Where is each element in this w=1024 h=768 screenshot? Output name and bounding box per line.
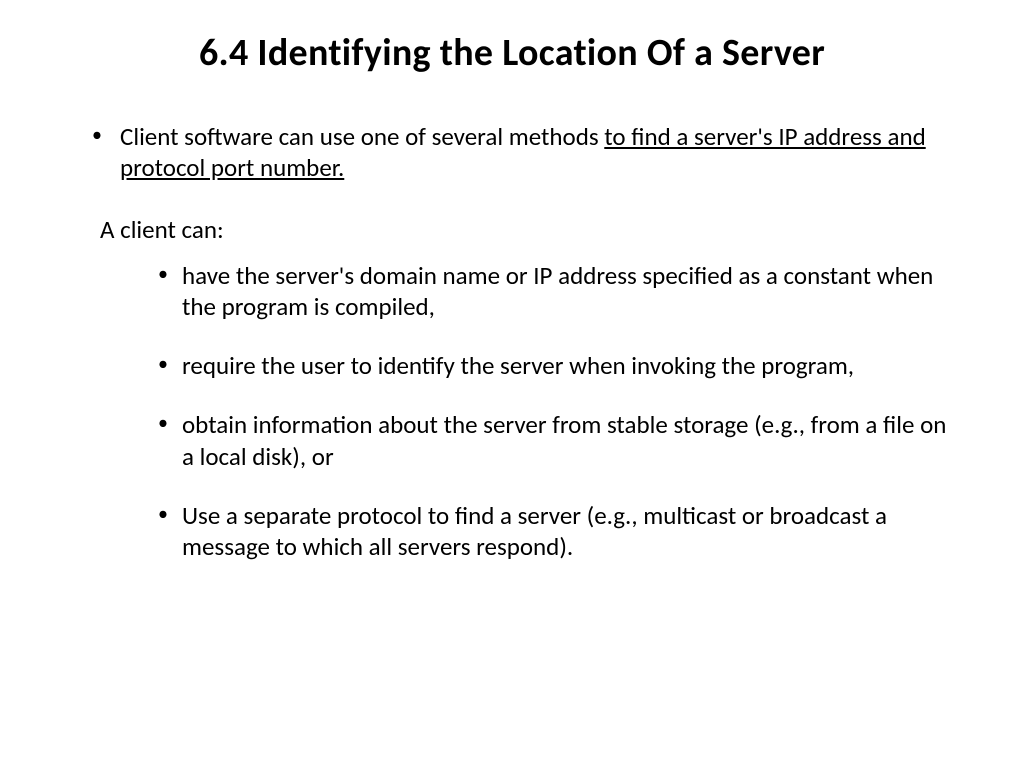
intro-bullet: Client software can use one of several m… <box>100 121 964 184</box>
list-item: require the user to identify the server … <box>158 350 964 381</box>
subheading-text: A client can: <box>60 214 964 245</box>
list-item: Use a separate protocol to find a server… <box>158 500 964 563</box>
intro-list: Client software can use one of several m… <box>60 121 964 184</box>
list-item: have the server's domain name or IP addr… <box>158 260 964 323</box>
list-item: obtain information about the server from… <box>158 409 964 472</box>
intro-text-prefix: Client software can use one of several m… <box>120 121 604 152</box>
slide-title: 6.4 Identifying the Location Of a Server <box>60 30 964 76</box>
options-list: have the server's domain name or IP addr… <box>60 260 964 563</box>
